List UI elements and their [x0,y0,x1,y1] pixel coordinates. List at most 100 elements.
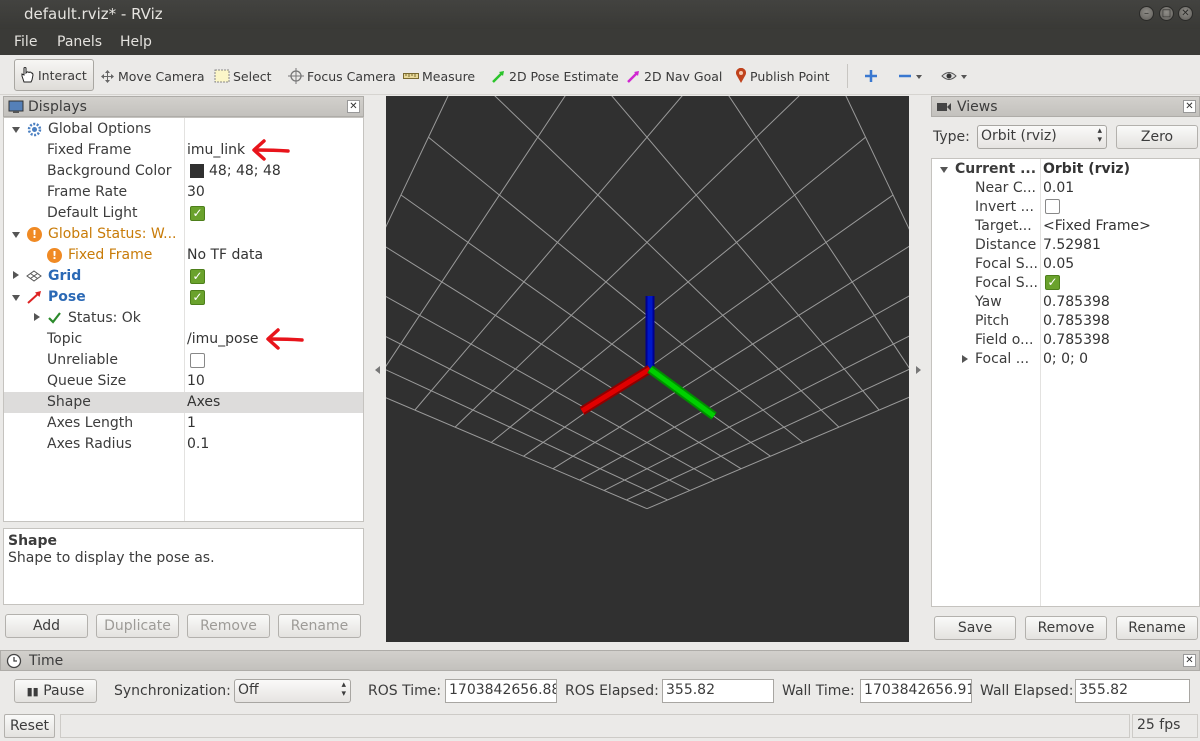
view-row-yaw[interactable]: Yaw 0.785398 [932,293,1199,312]
tree-row-topic[interactable]: Topic /imu_pose [4,328,363,350]
render-viewport[interactable] [317,0,977,642]
duplicate-display-button[interactable]: Duplicate [96,614,179,638]
expand-arrow-icon[interactable] [12,232,20,238]
wall-time-field[interactable]: 1703842656.91 [860,679,972,703]
tree-row-global-status[interactable]: ! Global Status: W... [4,224,363,245]
tree-row-queue-size[interactable]: Queue Size 10 [4,371,363,392]
invert-checkbox[interactable] [1045,199,1060,214]
view-row-pitch[interactable]: Pitch 0.785398 [932,312,1199,331]
window-title-bar[interactable]: default.rviz* - RViz – □ ✕ [0,0,1200,29]
collapse-arrow-icon[interactable] [962,355,968,363]
queue-size-value[interactable]: 10 [187,373,205,389]
target-frame-value[interactable]: <Fixed Frame> [1043,218,1151,234]
focal-shape-checkbox[interactable]: ✓ [1045,275,1060,290]
pose-estimate-tool-button[interactable]: 2D Pose Estimate [491,67,619,85]
unreliable-checkbox[interactable] [190,353,205,368]
close-icon[interactable]: ✕ [347,100,360,113]
views-tree[interactable]: Current ... Orbit (rviz) Near C... 0.01 … [931,158,1200,607]
tree-row-status-ok[interactable]: Status: Ok [4,308,363,329]
ros-elapsed-field[interactable]: 355.82 [662,679,774,703]
axes-length-value[interactable]: 1 [187,415,196,431]
expand-arrow-icon[interactable] [940,167,948,173]
view-row-distance[interactable]: Distance 7.52981 [932,236,1199,255]
shape-value[interactable]: Axes [187,394,220,410]
view-row-invert[interactable]: Invert ... [932,198,1199,217]
tree-row-status-fixed-frame[interactable]: ! Fixed Frame No TF data [4,245,363,266]
menu-file[interactable]: File [14,34,37,50]
reset-button[interactable]: Reset [4,714,55,738]
remove-display-button[interactable]: Remove [187,614,270,638]
collapse-arrow-icon[interactable] [34,313,40,321]
nav-goal-tool-button[interactable]: 2D Nav Goal [626,67,722,85]
publish-point-tool-button[interactable]: Publish Point [735,67,830,85]
remove-tool-button[interactable] [898,67,924,85]
axes-radius-value[interactable]: 0.1 [187,436,209,452]
background-color-value[interactable]: 48; 48; 48 [209,163,281,179]
topic-value[interactable]: /imu_pose [187,331,258,347]
expand-arrow-icon[interactable] [12,295,20,301]
yaw-value[interactable]: 0.785398 [1043,294,1110,310]
color-swatch[interactable] [190,164,204,178]
select-tool-button[interactable]: Select [214,67,272,85]
expand-arrow-icon[interactable] [12,127,20,133]
rename-view-button[interactable]: Rename [1116,616,1198,640]
view-row-field-of-view[interactable]: Field o... 0.785398 [932,331,1199,350]
tree-row-pose[interactable]: Pose ✓ [4,287,363,308]
collapse-arrow-icon[interactable] [13,271,19,279]
save-view-button[interactable]: Save [934,616,1016,640]
tree-row-unreliable[interactable]: Unreliable [4,350,363,371]
view-row-current[interactable]: Current ... Orbit (rviz) [932,160,1199,179]
fixed-frame-value[interactable]: imu_link [187,142,245,158]
menu-panels[interactable]: Panels [57,34,102,50]
tree-row-grid[interactable]: Grid ✓ [4,266,363,287]
focal-point-value[interactable]: 0; 0; 0 [1043,351,1088,367]
add-tool-button[interactable] [864,67,878,85]
minimize-button[interactable]: – [1139,6,1154,21]
tree-row-default-light[interactable]: Default Light ✓ [4,203,363,224]
tree-row-axes-length[interactable]: Axes Length 1 [4,413,363,434]
rename-display-button[interactable]: Rename [278,614,361,638]
menu-help[interactable]: Help [120,34,152,50]
tool-properties-button[interactable] [941,67,971,85]
maximize-button[interactable]: □ [1159,6,1174,21]
zero-button[interactable]: Zero [1116,125,1198,149]
displays-tree[interactable]: Global Options Fixed Frame imu_link Back… [3,117,364,522]
splitter-right-icon[interactable] [916,366,921,374]
tree-row-axes-radius[interactable]: Axes Radius 0.1 [4,434,363,455]
move-camera-tool-button[interactable]: Move Camera [100,67,205,85]
view-row-focal-shape[interactable]: Focal S... ✓ [932,274,1199,293]
tree-row-background-color[interactable]: Background Color 48; 48; 48 [4,161,363,182]
interact-tool-button[interactable]: Interact [14,59,94,91]
close-window-button[interactable]: ✕ [1178,6,1193,21]
tree-row-frame-rate[interactable]: Frame Rate 30 [4,182,363,203]
near-clip-value[interactable]: 0.01 [1043,180,1074,196]
close-icon[interactable]: ✕ [1183,654,1196,667]
pause-button[interactable]: ▮▮ Pause [14,679,97,703]
view-row-focal-size[interactable]: Focal S... 0.05 [932,255,1199,274]
focal-size-value[interactable]: 0.05 [1043,256,1074,272]
splitter-left-icon[interactable] [375,366,380,374]
view-row-target-frame[interactable]: Target... <Fixed Frame> [932,217,1199,236]
view-row-focal-point[interactable]: Focal ... 0; 0; 0 [932,350,1199,369]
remove-view-button[interactable]: Remove [1025,616,1107,640]
view-row-near-clip[interactable]: Near C... 0.01 [932,179,1199,198]
close-icon[interactable]: ✕ [1183,100,1196,113]
tree-row-global-options[interactable]: Global Options [4,119,363,140]
pitch-value[interactable]: 0.785398 [1043,313,1110,329]
frame-rate-value[interactable]: 30 [187,184,205,200]
sync-select[interactable]: Off ▴ ▾ [234,679,351,703]
ros-time-field[interactable]: 1703842656.88 [445,679,557,703]
default-light-checkbox[interactable]: ✓ [190,206,205,221]
view-type-select[interactable]: Orbit (rviz) ▴ ▾ [977,125,1107,149]
focus-camera-tool-button[interactable]: Focus Camera [288,67,396,85]
tree-row-shape[interactable]: Shape Axes [4,392,363,413]
tree-row-fixed-frame[interactable]: Fixed Frame imu_link [4,139,363,161]
measure-tool-button[interactable]: Measure [403,67,475,85]
grid-checkbox[interactable]: ✓ [190,269,205,284]
add-display-button[interactable]: Add [5,614,88,638]
field-of-view-value[interactable]: 0.785398 [1043,332,1110,348]
wall-elapsed-field[interactable]: 355.82 [1075,679,1190,703]
default-light-label: Default Light [47,205,138,221]
distance-value[interactable]: 7.52981 [1043,237,1101,253]
pose-checkbox[interactable]: ✓ [190,290,205,305]
